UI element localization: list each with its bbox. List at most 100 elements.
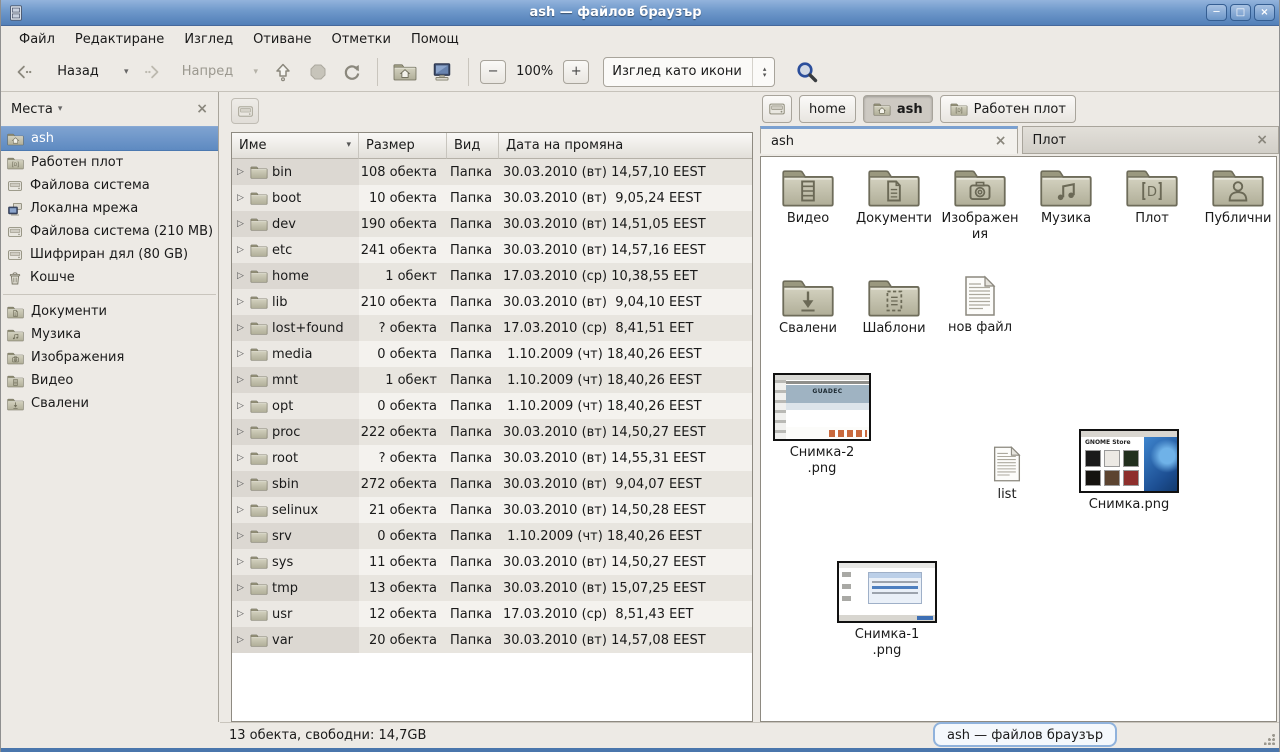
minimize-button[interactable]: ─	[1206, 4, 1227, 21]
expander-icon[interactable]: ▷	[237, 609, 246, 619]
folder-item-templates[interactable]: Шаблони	[851, 275, 937, 337]
sidebar-item-home[interactable]: ash	[1, 126, 218, 151]
back-button[interactable]: Назад ▾	[7, 59, 135, 85]
expander-icon[interactable]: ▷	[237, 349, 246, 359]
table-row[interactable]: ▷sys11 обектаПапка30.03.2010 (вт) 14,50,…	[232, 549, 752, 575]
search-button[interactable]	[789, 56, 825, 88]
up-button[interactable]	[266, 58, 300, 86]
table-row[interactable]: ▷etc241 обектаПапка30.03.2010 (вт) 14,57…	[232, 237, 752, 263]
table-row[interactable]: ▷media0 обектаПапка 1.10.2009 (чт) 18,40…	[232, 341, 752, 367]
expander-icon[interactable]: ▷	[237, 453, 246, 463]
sidebar-item-desktop[interactable]: Работен плот	[1, 151, 218, 174]
table-row[interactable]: ▷opt0 обектаПапка 1.10.2009 (чт) 18,40,2…	[232, 393, 752, 419]
sidebar-item-filesystem-210mb[interactable]: Файлова система (210 MB)	[1, 220, 218, 243]
sidebar-title-dropdown-icon[interactable]: ▾	[58, 104, 63, 114]
stop-button[interactable]	[302, 58, 334, 86]
zoom-in-button[interactable]: +	[563, 60, 589, 84]
computer-button[interactable]	[425, 57, 459, 87]
sidebar-item-pictures[interactable]: Изображения	[1, 346, 218, 369]
zoom-out-button[interactable]: −	[480, 60, 506, 84]
menu-bookmarks[interactable]: Отметки	[321, 29, 400, 50]
table-row[interactable]: ▷selinux21 обектаПапка30.03.2010 (вт) 14…	[232, 497, 752, 523]
table-row[interactable]: ▷lib210 обектаПапка30.03.2010 (вт) 9,04,…	[232, 289, 752, 315]
menu-file[interactable]: Файл	[9, 29, 65, 50]
table-row[interactable]: ▷boot10 обектаПапка30.03.2010 (вт) 9,05,…	[232, 185, 752, 211]
file-item-snimka[interactable]: GNOME Store Снимка.png	[1079, 429, 1179, 513]
table-row[interactable]: ▷bin108 обектаПапка30.03.2010 (вт) 14,57…	[232, 159, 752, 185]
sidebar-item-downloads[interactable]: Свалени	[1, 392, 218, 415]
expander-icon[interactable]: ▷	[237, 375, 246, 385]
column-header-size[interactable]: Размер	[359, 133, 447, 159]
tab-desktop[interactable]: Плот ×	[1022, 126, 1280, 154]
back-dropdown-icon[interactable]: ▾	[124, 67, 129, 77]
reload-button[interactable]	[336, 58, 368, 86]
expander-icon[interactable]: ▷	[237, 401, 246, 411]
sidebar-item-videos[interactable]: Видео	[1, 369, 218, 392]
close-button[interactable]: ×	[1254, 4, 1275, 21]
menu-view[interactable]: Изглед	[174, 29, 243, 50]
sidebar-item-music[interactable]: Музика	[1, 323, 218, 346]
expander-icon[interactable]: ▷	[237, 557, 246, 567]
sidebar-title[interactable]: Места	[11, 102, 53, 117]
expander-icon[interactable]: ▷	[237, 635, 246, 645]
table-row[interactable]: ▷var20 обектаПапка30.03.2010 (вт) 14,57,…	[232, 627, 752, 653]
table-row[interactable]: ▷sbin272 обектаПапка30.03.2010 (вт) 9,04…	[232, 471, 752, 497]
table-row[interactable]: ▷srv0 обектаПапка 1.10.2009 (чт) 18,40,2…	[232, 523, 752, 549]
column-header-date[interactable]: Дата на промяна	[499, 133, 752, 159]
column-header-name[interactable]: Име ▾	[232, 133, 359, 159]
folder-item-public[interactable]: Публични	[1195, 165, 1277, 242]
expander-icon[interactable]: ▷	[237, 583, 246, 593]
table-row[interactable]: ▷home1 обектПапка17.03.2010 (ср) 10,38,5…	[232, 263, 752, 289]
path-home-button[interactable]: home	[799, 95, 856, 123]
tab-ash[interactable]: ash ×	[760, 126, 1018, 154]
sidebar-item-filesystem[interactable]: Файлова система	[1, 174, 218, 197]
folder-item-pictures[interactable]: Изображения	[937, 165, 1023, 242]
folder-item-music[interactable]: Музика	[1023, 165, 1109, 242]
resize-grip[interactable]	[1264, 733, 1276, 745]
expander-icon[interactable]: ▷	[237, 427, 246, 437]
path-desktop-button[interactable]: Работен плот	[940, 95, 1076, 123]
maximize-button[interactable]: □	[1230, 4, 1251, 21]
view-mode-select[interactable]: Изглед като икони ▴▾	[603, 57, 775, 87]
table-row[interactable]: ▷mnt1 обектПапка 1.10.2009 (чт) 18,40,26…	[232, 367, 752, 393]
column-header-type[interactable]: Вид	[447, 133, 499, 159]
path-ash-button[interactable]: ash	[863, 95, 933, 123]
expander-icon[interactable]: ▷	[237, 297, 246, 307]
sidebar-close-icon[interactable]: ×	[196, 101, 208, 117]
expander-icon[interactable]: ▷	[237, 193, 246, 203]
icon-grid[interactable]: Видео Документи Изображения Музика	[760, 156, 1277, 722]
file-item-snimka-1[interactable]: Снимка-1.png	[837, 561, 937, 658]
expander-icon[interactable]: ▷	[237, 167, 246, 177]
file-item-list[interactable]: list	[967, 445, 1047, 503]
table-row[interactable]: ▷proc222 обектаПапка30.03.2010 (вт) 14,5…	[232, 419, 752, 445]
forward-button[interactable]: Напред ▾	[137, 59, 265, 85]
expander-icon[interactable]: ▷	[237, 531, 246, 541]
sidebar-item-documents[interactable]: Документи	[1, 300, 218, 323]
table-row[interactable]: ▷dev190 обектаПапка30.03.2010 (вт) 14,51…	[232, 211, 752, 237]
expander-icon[interactable]: ▷	[237, 271, 246, 281]
table-row[interactable]: ▷lost+found? обектаПапка17.03.2010 (ср) …	[232, 315, 752, 341]
tab-close-icon[interactable]: ×	[995, 133, 1007, 149]
expander-icon[interactable]: ▷	[237, 245, 246, 255]
expander-icon[interactable]: ▷	[237, 505, 246, 515]
expander-icon[interactable]: ▷	[237, 323, 246, 333]
folder-item-desktop[interactable]: Плот	[1109, 165, 1195, 242]
folder-item-downloads[interactable]: Свалени	[765, 275, 851, 337]
expander-icon[interactable]: ▷	[237, 219, 246, 229]
menu-help[interactable]: Помощ	[401, 29, 469, 50]
table-row[interactable]: ▷tmp13 обектаПапка30.03.2010 (вт) 15,07,…	[232, 575, 752, 601]
folder-item-documents[interactable]: Документи	[851, 165, 937, 242]
tree-root-button[interactable]	[231, 98, 259, 124]
sidebar-item-trash[interactable]: Кошче	[1, 266, 218, 289]
home-button[interactable]	[387, 58, 423, 85]
forward-dropdown-icon[interactable]: ▾	[254, 67, 259, 77]
menu-go[interactable]: Отиване	[243, 29, 321, 50]
file-item-snimka-2[interactable]: GUADEC Снимка-2.png	[773, 373, 871, 476]
table-row[interactable]: ▷usr12 обектаПапка17.03.2010 (ср) 8,51,4…	[232, 601, 752, 627]
tab-close-icon[interactable]: ×	[1256, 132, 1268, 148]
expander-icon[interactable]: ▷	[237, 479, 246, 489]
folder-item-videos[interactable]: Видео	[765, 165, 851, 242]
file-item-new-file[interactable]: нов файл	[937, 275, 1023, 337]
table-row[interactable]: ▷root? обектаПапка30.03.2010 (вт) 14,55,…	[232, 445, 752, 471]
sidebar-item-encrypted[interactable]: Шифриран дял (80 GB)	[1, 243, 218, 266]
